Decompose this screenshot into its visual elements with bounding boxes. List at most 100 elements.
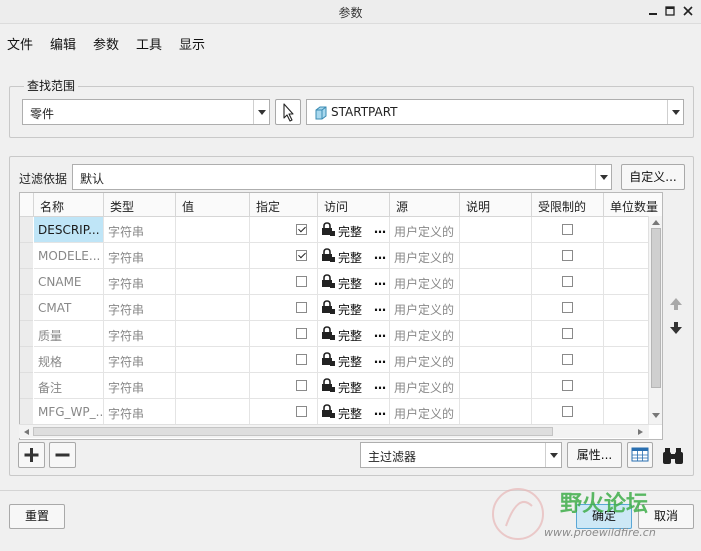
- cell-designated[interactable]: [250, 217, 318, 243]
- cell-restricted[interactable]: [532, 217, 604, 243]
- horizontal-scrollbar[interactable]: [19, 424, 649, 438]
- restricted-checkbox[interactable]: [562, 276, 573, 287]
- chevron-down-icon[interactable]: [253, 100, 269, 124]
- column-header-unit-qty[interactable]: 单位数量: [604, 193, 662, 217]
- column-header-description[interactable]: 说明: [460, 193, 532, 217]
- cell-type[interactable]: 字符串: [104, 347, 176, 373]
- row-header[interactable]: [20, 399, 33, 425]
- cell-name[interactable]: DESCRIP...: [34, 217, 104, 243]
- menu-file[interactable]: 文件: [7, 34, 33, 53]
- reset-button[interactable]: 重置: [9, 504, 65, 529]
- cell-name[interactable]: MFG_WP_...: [34, 399, 104, 425]
- menu-params[interactable]: 参数: [93, 34, 119, 53]
- cell-restricted[interactable]: [532, 399, 604, 425]
- designated-checkbox[interactable]: [296, 302, 307, 313]
- cell-description[interactable]: [460, 399, 532, 425]
- menu-tools[interactable]: 工具: [136, 34, 162, 53]
- cell-restricted[interactable]: [532, 243, 604, 269]
- designated-checkbox[interactable]: [296, 406, 307, 417]
- parameter-table[interactable]: 名称 类型 值 指定 访问 源 说明 受限制的 单位数量 DESCRIP... 字…: [19, 192, 663, 440]
- cell-type[interactable]: 字符串: [104, 295, 176, 321]
- chevron-down-icon[interactable]: [667, 100, 683, 124]
- cell-type[interactable]: 字符串: [104, 321, 176, 347]
- column-header-access[interactable]: 访问: [318, 193, 390, 217]
- cell-type[interactable]: 字符串: [104, 269, 176, 295]
- cell-access[interactable]: 完整…: [318, 347, 390, 373]
- cell-value[interactable]: [176, 269, 250, 295]
- cell-name[interactable]: 质量: [34, 321, 104, 347]
- customize-button[interactable]: 自定义...: [621, 164, 685, 190]
- cell-designated[interactable]: [250, 295, 318, 321]
- cell-source[interactable]: 用户定义的: [390, 243, 460, 269]
- close-icon[interactable]: [681, 4, 695, 18]
- cell-source[interactable]: 用户定义的: [390, 373, 460, 399]
- cell-access[interactable]: 完整…: [318, 295, 390, 321]
- move-down-icon[interactable]: [668, 320, 684, 336]
- table-columns-button[interactable]: [627, 442, 653, 468]
- cell-type[interactable]: 字符串: [104, 217, 176, 243]
- main-filter-combo[interactable]: 主过滤器: [360, 442, 562, 468]
- column-header-type[interactable]: 类型: [104, 193, 176, 217]
- row-header[interactable]: [20, 217, 33, 243]
- move-up-icon[interactable]: [668, 296, 684, 312]
- maximize-icon[interactable]: [663, 4, 677, 18]
- access-more-icon[interactable]: …: [374, 300, 386, 314]
- cell-restricted[interactable]: [532, 347, 604, 373]
- ok-button[interactable]: 确定: [576, 504, 632, 529]
- vertical-scrollbar[interactable]: [648, 216, 662, 424]
- restricted-checkbox[interactable]: [562, 406, 573, 417]
- cell-name[interactable]: CMAT: [34, 295, 104, 321]
- cell-value[interactable]: [176, 399, 250, 425]
- column-header-restricted[interactable]: 受限制的: [532, 193, 604, 217]
- chevron-down-icon[interactable]: [595, 165, 611, 189]
- restricted-checkbox[interactable]: [562, 250, 573, 261]
- binoculars-icon[interactable]: [660, 444, 686, 468]
- column-header-designated[interactable]: 指定: [250, 193, 318, 217]
- scope-type-combo[interactable]: 零件: [22, 99, 270, 125]
- cell-restricted[interactable]: [532, 269, 604, 295]
- cell-access[interactable]: 完整…: [318, 373, 390, 399]
- row-header[interactable]: [20, 269, 33, 295]
- cell-designated[interactable]: [250, 399, 318, 425]
- designated-checkbox[interactable]: [296, 380, 307, 391]
- cell-access[interactable]: 完整…: [318, 399, 390, 425]
- cell-designated[interactable]: [250, 269, 318, 295]
- cancel-button[interactable]: 取消: [638, 504, 694, 529]
- cell-designated[interactable]: [250, 373, 318, 399]
- access-more-icon[interactable]: …: [374, 222, 386, 236]
- access-more-icon[interactable]: …: [374, 326, 386, 340]
- remove-parameter-button[interactable]: [49, 442, 76, 468]
- row-header[interactable]: [20, 243, 33, 269]
- restricted-checkbox[interactable]: [562, 224, 573, 235]
- cell-value[interactable]: [176, 217, 250, 243]
- cell-source[interactable]: 用户定义的: [390, 321, 460, 347]
- cell-type[interactable]: 字符串: [104, 373, 176, 399]
- cell-designated[interactable]: [250, 321, 318, 347]
- designated-checkbox[interactable]: [296, 354, 307, 365]
- cell-access[interactable]: 完整…: [318, 243, 390, 269]
- cell-value[interactable]: [176, 347, 250, 373]
- cell-description[interactable]: [460, 347, 532, 373]
- cell-value[interactable]: [176, 321, 250, 347]
- menu-edit[interactable]: 编辑: [50, 34, 76, 53]
- restricted-checkbox[interactable]: [562, 380, 573, 391]
- row-header[interactable]: [20, 321, 33, 347]
- chevron-down-icon[interactable]: [545, 443, 561, 467]
- cell-source[interactable]: 用户定义的: [390, 217, 460, 243]
- cell-type[interactable]: 字符串: [104, 399, 176, 425]
- cell-access[interactable]: 完整…: [318, 217, 390, 243]
- access-more-icon[interactable]: …: [374, 352, 386, 366]
- cell-type[interactable]: 字符串: [104, 243, 176, 269]
- add-parameter-button[interactable]: [18, 442, 45, 468]
- row-header[interactable]: [20, 373, 33, 399]
- restricted-checkbox[interactable]: [562, 328, 573, 339]
- cell-description[interactable]: [460, 295, 532, 321]
- cell-value[interactable]: [176, 373, 250, 399]
- cell-access[interactable]: 完整…: [318, 321, 390, 347]
- designated-checkbox[interactable]: [296, 250, 307, 261]
- cell-designated[interactable]: [250, 347, 318, 373]
- filter-combo[interactable]: 默认: [72, 164, 612, 190]
- access-more-icon[interactable]: …: [374, 404, 386, 418]
- cell-source[interactable]: 用户定义的: [390, 347, 460, 373]
- cell-restricted[interactable]: [532, 321, 604, 347]
